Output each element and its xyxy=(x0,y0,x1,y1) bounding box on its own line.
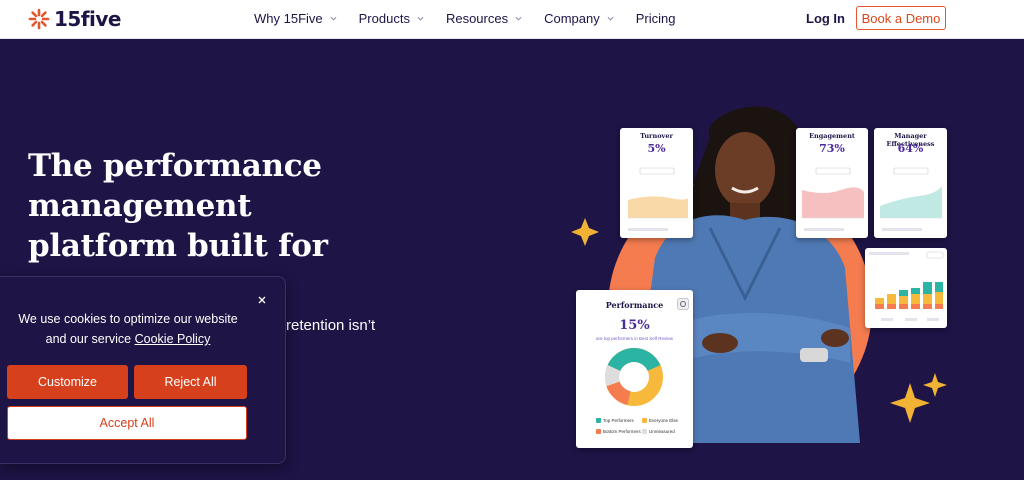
menu-label: Company xyxy=(544,11,600,26)
sparkle-star xyxy=(890,383,930,423)
sparkle-star xyxy=(571,218,599,246)
sparkle-star xyxy=(923,373,947,397)
legend-item: Unmeasured xyxy=(642,429,675,434)
menu-products[interactable]: Products xyxy=(359,11,424,26)
reject-all-button[interactable]: Reject All xyxy=(134,365,247,399)
hero-illustration: Turnover 5% Engagement 73% Manager Effec… xyxy=(560,98,980,458)
manager-mini-chart xyxy=(880,167,942,231)
legend-item: Top Performers xyxy=(596,418,634,423)
menu-label: Resources xyxy=(445,11,509,26)
menu-label: Products xyxy=(358,11,410,26)
performance-card: Performance 15% are top performers in Be… xyxy=(576,290,693,448)
legend-label: Bottom Performers xyxy=(603,429,641,434)
cookie-policy-link[interactable]: Cookie Policy xyxy=(135,332,211,346)
cookie-consent-banner: We use cookies to optimize our website a… xyxy=(0,276,286,464)
close-icon[interactable] xyxy=(256,294,268,306)
legend-label: Unmeasured xyxy=(649,429,675,434)
log-in-link[interactable]: Log In xyxy=(806,11,845,26)
legend-label: Everyone Else xyxy=(649,418,679,423)
legend-item: Bottom Performers xyxy=(596,429,641,434)
engagement-card: Engagement 73% xyxy=(796,128,868,238)
stacked-bar-chart xyxy=(869,251,944,321)
customize-button[interactable]: Customize xyxy=(7,365,128,399)
cookie-message: We use cookies to optimize our website a… xyxy=(8,309,248,349)
menu-pricing[interactable]: Pricing xyxy=(636,11,676,26)
menu-why-15five[interactable]: Why 15Five xyxy=(254,11,337,26)
book-demo-button[interactable]: Book a Demo xyxy=(856,6,946,30)
accept-all-button[interactable]: Accept All xyxy=(7,406,247,440)
sunburst-logo-icon xyxy=(28,8,50,30)
menu-label: Pricing xyxy=(635,11,676,26)
hero-headline: The performance management platform buil… xyxy=(28,148,328,264)
top-navigation: 15five Why 15Five Products Resources Com… xyxy=(0,0,1024,39)
brand-name: 15five xyxy=(54,7,122,31)
donut-chart xyxy=(604,348,663,406)
chevron-down-icon xyxy=(515,16,522,21)
manager-effectiveness-card: Manager Effectiveness 64% xyxy=(874,128,947,238)
turnover-card: Turnover 5% xyxy=(620,128,693,238)
menu-company[interactable]: Company xyxy=(544,11,614,26)
hero-subtext: retention isn’t xyxy=(286,317,376,334)
chevron-down-icon xyxy=(607,16,614,21)
menu-label: Why 15Five xyxy=(254,11,323,26)
brand-logo[interactable]: 15five xyxy=(28,7,122,31)
chevron-down-icon xyxy=(417,16,424,21)
main-menu: Why 15Five Products Resources Company Pr… xyxy=(254,11,697,26)
turnover-mini-chart xyxy=(628,167,689,231)
chevron-down-icon xyxy=(330,16,337,21)
menu-resources[interactable]: Resources xyxy=(446,11,522,26)
legend-label: Top Performers xyxy=(603,418,634,423)
legend-item: Everyone Else xyxy=(642,418,678,423)
performance-bar-card xyxy=(865,248,947,328)
engagement-mini-chart xyxy=(802,167,864,231)
